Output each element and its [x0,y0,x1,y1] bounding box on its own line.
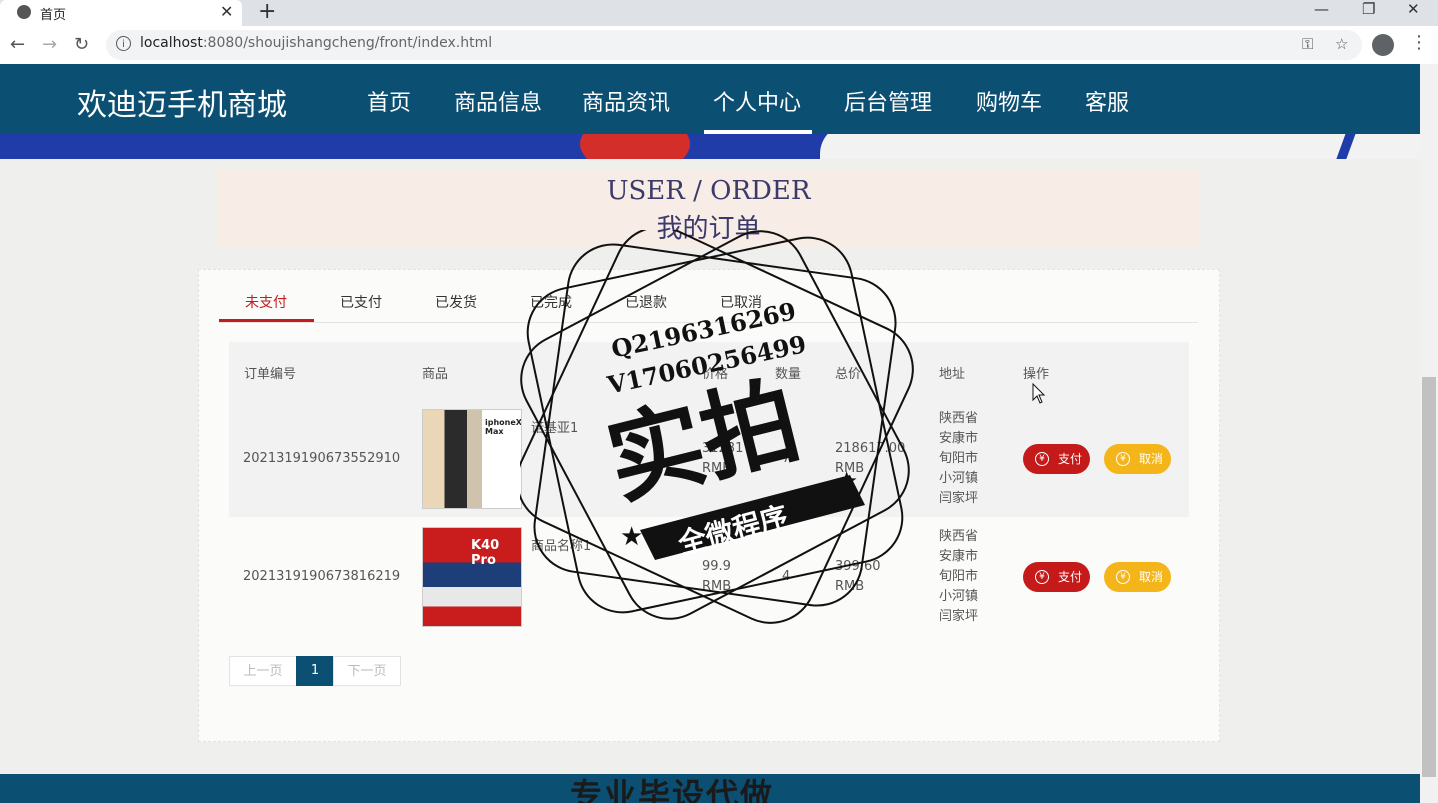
th-price: 价格 [702,367,729,382]
tab-active-indicator [219,319,314,322]
product-thumbnail[interactable]: K40 Pro [422,527,522,627]
nav-cart[interactable]: 购物车 [976,85,1042,117]
nav-personal-center[interactable]: 个人中心 [713,85,801,117]
reload-icon[interactable]: ↻ [74,34,89,55]
brand-logo-text[interactable]: 欢迪迈手机商城 [77,80,287,124]
nav-products[interactable]: 商品信息 [454,85,542,117]
th-address: 地址 [939,367,966,382]
nav-admin[interactable]: 后台管理 [844,85,932,117]
close-tab-icon[interactable]: ✕ [220,2,233,21]
product-name[interactable]: 诺基亚1 [531,419,578,439]
site-footer: 专业毕设代做 [0,774,1420,803]
tab-refunded[interactable]: 已退款 [625,292,667,312]
nav-news[interactable]: 商品资讯 [582,85,670,117]
order-number: 2021319190673552910 [243,451,401,466]
forward-icon[interactable]: → [42,34,57,55]
tab-paid[interactable]: 已支付 [340,292,382,312]
yen-icon: ¥ [1035,452,1049,466]
back-icon[interactable]: ← [10,34,25,55]
restore-icon[interactable]: ❐ [1362,0,1375,18]
total: 218617.00 [835,441,906,456]
new-tab-icon[interactable]: + [258,0,276,24]
star-icon[interactable]: ☆ [1335,35,1348,53]
globe-icon [17,5,31,19]
price: 31231 [702,441,744,456]
browser-tabbar: 首页 ✕ + — ❐ ✕ [0,0,1438,26]
page-title-box: USER / ORDER 我的订单 [218,169,1199,248]
yen-icon: ¥ [1116,570,1130,584]
th-total: 总价 [835,367,862,382]
tab-completed[interactable]: 已完成 [530,292,572,312]
tab-title: 首页 [40,8,67,23]
profile-avatar-icon[interactable] [1372,34,1394,56]
price-unit: RMB [702,579,732,594]
table-row: 2021319190673816219 K40 Pro 商品名称1 99.9 R… [229,517,1189,635]
minimize-icon[interactable]: — [1314,0,1329,18]
next-page-button[interactable]: 下一页 [333,656,401,686]
table-row: 2021319190673552910 iphoneXs Max 诺基亚1 31… [229,399,1189,517]
banner-image [0,134,1420,159]
footer-text: 专业毕设代做 [570,776,775,803]
current-page-button[interactable]: 1 [296,656,334,686]
total: 399.60 [835,559,881,574]
pay-button[interactable]: ¥ 支付 [1023,444,1090,474]
site-header: 欢迪迈手机商城 首页 商品信息 商品资讯 个人中心 后台管理 购物车 客服 [0,64,1420,134]
page-title-en: USER / ORDER [606,176,811,206]
th-product: 商品 [422,367,449,382]
pay-button[interactable]: ¥ 支付 [1023,562,1090,592]
info-icon[interactable]: i [116,36,131,51]
order-tabs: 未支付 已支付 已发货 已完成 已退款 已取消 [219,281,1198,323]
tab-shipped[interactable]: 已发货 [435,292,477,312]
address: 陕西省 安康市 旬阳市 小河镇 闫家坪 [939,411,979,506]
browser-tab[interactable]: 首页 ✕ [0,0,242,26]
order-number: 2021319190673816219 [243,569,401,584]
key-icon[interactable]: ⚿ [1302,35,1313,53]
prev-page-button[interactable]: 上一页 [229,656,297,686]
address-bar: ← → ↻ i localhost:8080/shoujishangcheng/… [0,26,1438,65]
tab-cancelled[interactable]: 已取消 [720,292,762,312]
page-title-cn: 我的订单 [656,214,761,244]
price-unit: RMB [702,461,732,476]
price: 99.9 [702,559,731,574]
cancel-button[interactable]: ¥ 取消 [1104,444,1171,474]
yen-icon: ¥ [1035,570,1049,584]
th-order-no: 订单编号 [244,367,297,382]
quantity: 7 [782,451,791,466]
total-unit: RMB [835,461,865,476]
menu-dots-icon[interactable]: ⋮ [1410,32,1428,53]
cancel-button[interactable]: ¥ 取消 [1104,562,1171,592]
tab-unpaid[interactable]: 未支付 [245,292,287,312]
th-actions: 操作 [1023,367,1050,382]
window-close-icon[interactable]: ✕ [1407,0,1420,18]
total-unit: RMB [835,579,865,594]
address: 陕西省 安康市 旬阳市 小河镇 闫家坪 [939,529,979,624]
th-qty: 数量 [775,367,802,382]
url-text[interactable]: localhost:8080/shoujishangcheng/front/in… [140,35,492,51]
nav-service[interactable]: 客服 [1085,85,1129,117]
quantity: 4 [782,569,791,584]
nav-home[interactable]: 首页 [367,85,411,117]
mouse-cursor-icon [1032,383,1046,404]
yen-icon: ¥ [1116,452,1130,466]
scrollbar-thumb[interactable] [1422,377,1436,777]
product-thumbnail[interactable]: iphoneXs Max [422,409,522,509]
url-box[interactable]: i localhost:8080/shoujishangcheng/front/… [106,30,1362,60]
product-name[interactable]: 商品名称1 [531,537,591,557]
